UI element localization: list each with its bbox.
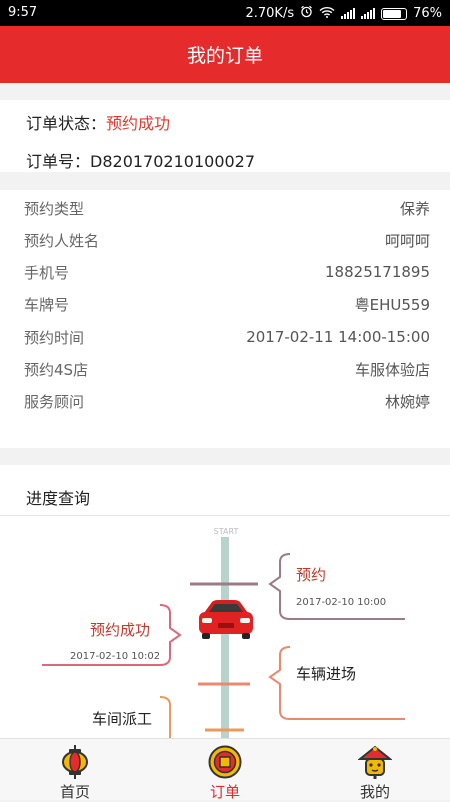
- order-number-row: 订单号：D820170210100027: [26, 148, 255, 172]
- step-label: 预约: [296, 566, 327, 584]
- order-summary-card: 订单状态：预约成功 订单号：D820170210100027: [0, 100, 450, 172]
- detail-row: 预约4S店 车服体验店: [24, 358, 430, 380]
- detail-row: 手机号 18825171895: [24, 261, 430, 283]
- coin-icon: [208, 745, 242, 783]
- step-label: 车间派工: [92, 710, 153, 728]
- bottom-nav: 首页 订单 我的: [0, 738, 450, 801]
- mascot-icon: [357, 745, 393, 783]
- lantern-icon: [60, 745, 90, 783]
- detail-value: 林婉婷: [384, 392, 430, 411]
- order-number-label: 订单号：: [26, 152, 91, 171]
- battery-icon: [381, 7, 408, 20]
- car-icon: [199, 600, 253, 639]
- order-details-card: 预约类型 保养 预约人姓名 呵呵呵 手机号 18825171895 车牌号 粤EHU55…: [0, 190, 450, 448]
- nav-home-label: 首页: [59, 783, 90, 801]
- status-bar: 9:57 2.70K/s 76%: [0, 0, 450, 26]
- order-status-label: 订单状态：: [26, 114, 107, 133]
- alarm-icon: [300, 5, 313, 22]
- detail-label: 车牌号: [24, 295, 70, 314]
- detail-label: 手机号: [24, 263, 70, 282]
- detail-label: 预约时间: [24, 328, 85, 347]
- step-time: 2017-02-10 10:00: [296, 597, 387, 608]
- detail-value: 呵呵呵: [384, 231, 430, 250]
- detail-label: 服务顾问: [24, 392, 85, 411]
- step-time: 2017-02-10 10:02: [70, 651, 161, 662]
- detail-value: 车服体验店: [354, 360, 430, 379]
- detail-value: 保养: [399, 199, 430, 218]
- detail-value: 18825171895: [325, 263, 430, 281]
- step-label: 预约成功: [90, 621, 151, 639]
- detail-row: 服务顾问 林婉婷: [24, 390, 430, 412]
- detail-row: 预约人姓名 呵呵呵: [24, 229, 430, 251]
- nav-mine[interactable]: 我的: [325, 739, 425, 801]
- detail-label: 预约4S店: [24, 360, 89, 379]
- signal-icon-2: [361, 8, 376, 19]
- network-speed: 2.70K/s: [245, 6, 295, 21]
- nav-orders-label: 订单: [209, 783, 240, 801]
- status-time: 9:57: [8, 5, 38, 20]
- detail-row: 车牌号 粤EHU559: [24, 293, 430, 315]
- detail-value: 粤EHU559: [354, 295, 430, 314]
- order-number-value: D820170210100027: [90, 152, 256, 171]
- detail-label: 预约类型: [24, 199, 85, 218]
- order-status-value: 预约成功: [106, 114, 171, 133]
- battery-level: 76%: [413, 6, 442, 21]
- status-icons: 2.70K/s 76%: [245, 5, 442, 22]
- step-label: 车辆进场: [296, 665, 357, 683]
- detail-label: 预约人姓名: [24, 231, 100, 250]
- signal-icon: [341, 8, 356, 19]
- detail-row: 预约类型 保养: [24, 197, 430, 219]
- page-title: 我的订单: [186, 45, 263, 67]
- wifi-icon: [319, 6, 335, 22]
- app-header: 我的订单: [0, 26, 450, 83]
- detail-value: 2017-02-11 14:00-15:00: [246, 328, 430, 346]
- nav-home[interactable]: 首页: [25, 739, 125, 801]
- timeline-start-label: START: [214, 527, 239, 536]
- timeline-track: [221, 537, 229, 745]
- nav-mine-label: 我的: [359, 783, 390, 801]
- detail-row: 预约时间 2017-02-11 14:00-15:00: [24, 326, 430, 348]
- nav-orders[interactable]: 订单: [175, 739, 275, 801]
- order-status-row: 订单状态：预约成功: [26, 110, 170, 134]
- step-bracket: [268, 553, 405, 620]
- progress-card: 进度查询 START 预约 2017-02-10 10:00 预约成功 2017: [0, 465, 450, 745]
